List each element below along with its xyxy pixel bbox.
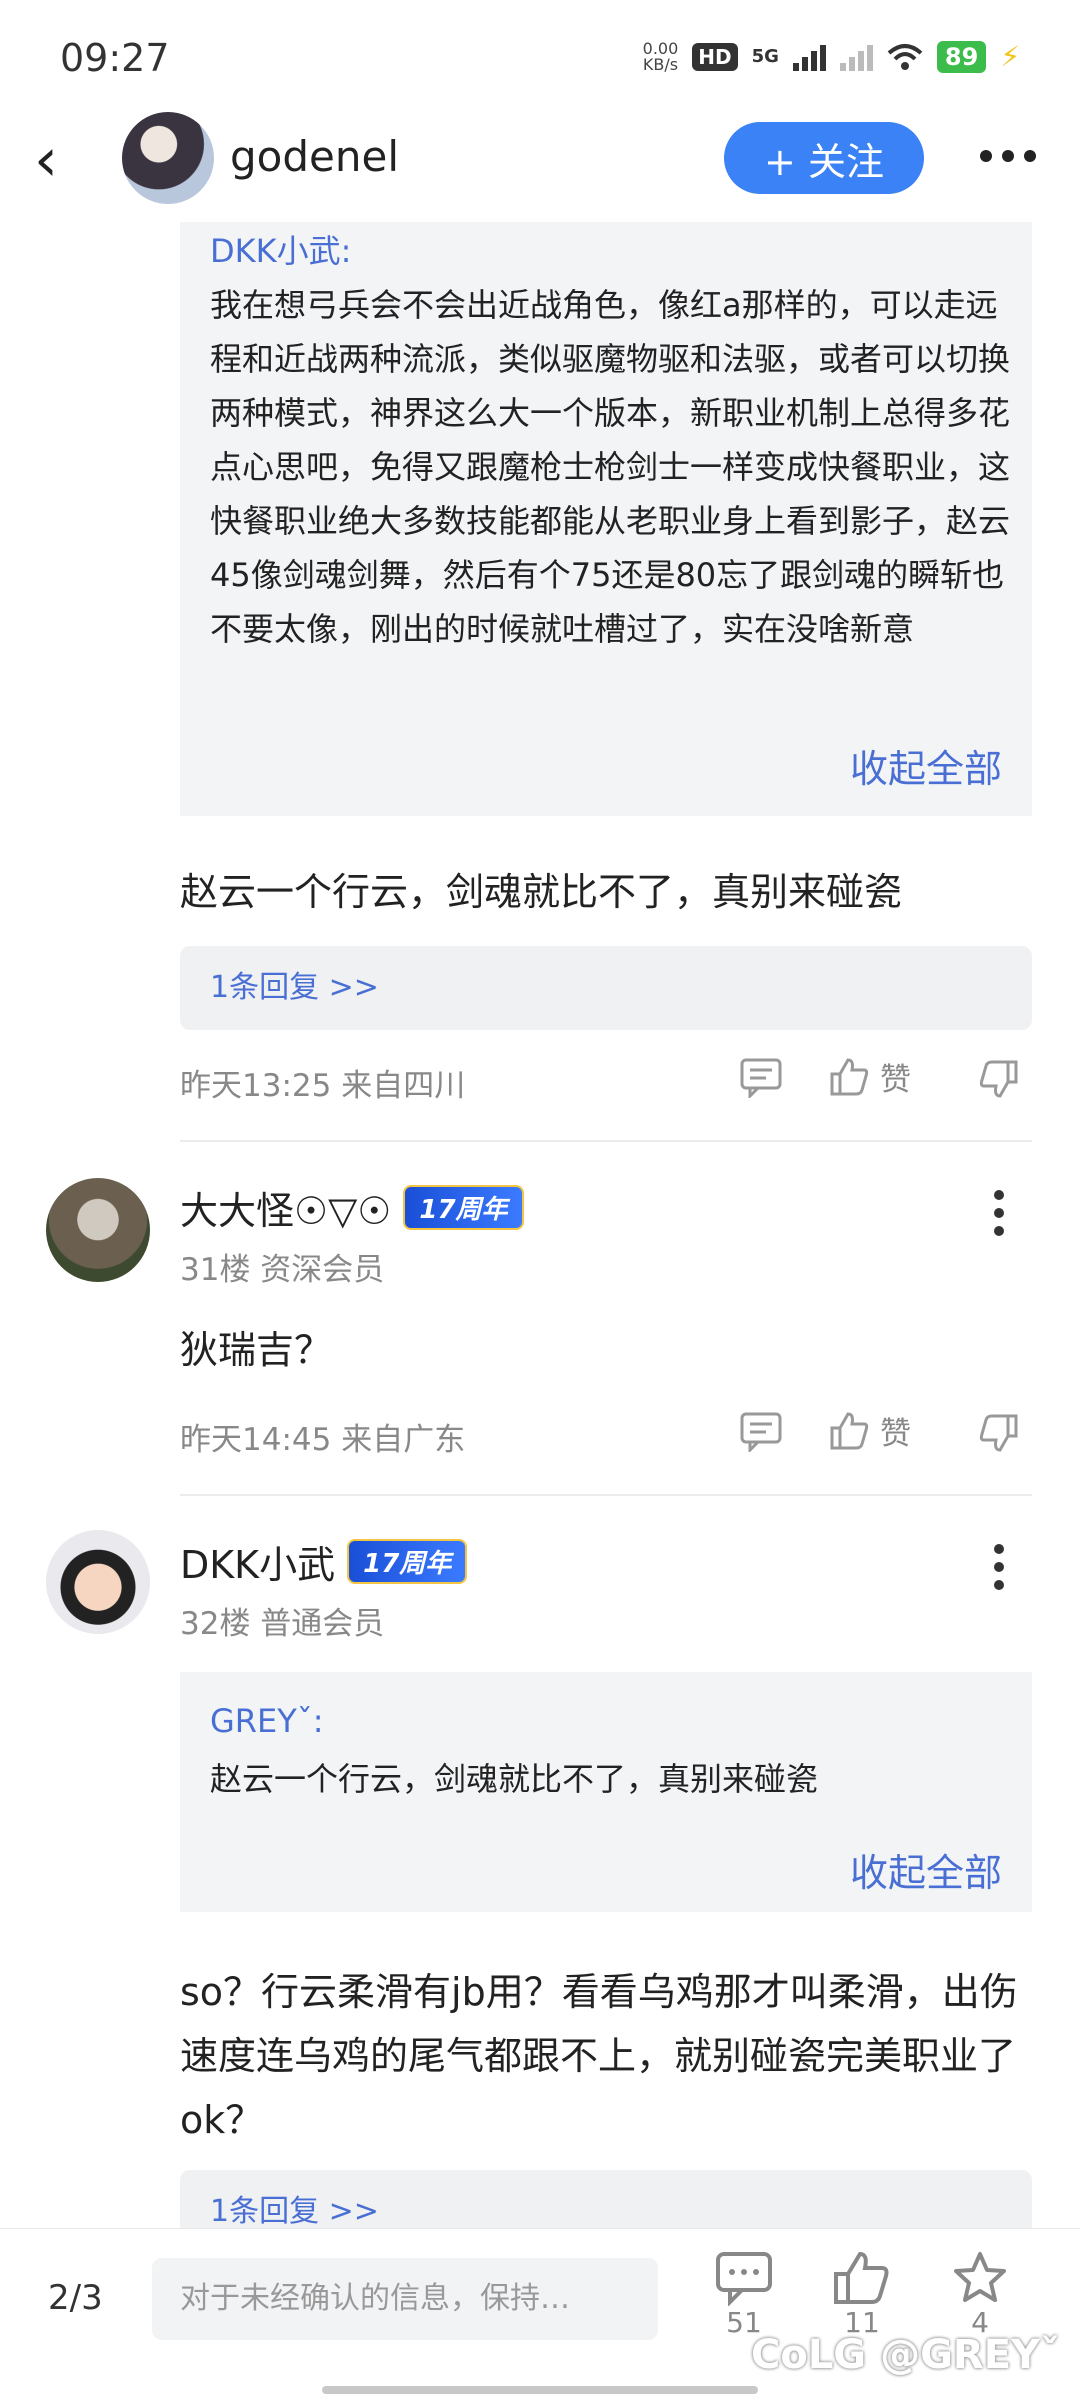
follow-button[interactable]: + 关注 [724, 122, 924, 194]
quoted-comment: DKK小武: 我在想弓兵会不会出近战角色，像红a那样的，可以走远程和近战两种流派… [180, 222, 1032, 816]
dislike-icon[interactable] [978, 1412, 1020, 1454]
quote-author: DKK小武: [210, 232, 352, 270]
more-icon[interactable] [994, 1190, 1004, 1236]
page-title[interactable]: godenel [230, 132, 399, 181]
quote-text: 赵云一个行云，剑魂就比不了，真别来碰瓷 [210, 1760, 819, 1798]
dislike-icon[interactable] [978, 1058, 1020, 1100]
anniversary-badge: 17周年 [403, 1185, 524, 1230]
collapse-button[interactable]: 收起全部 [850, 738, 1002, 793]
avatar[interactable] [122, 112, 214, 204]
comment-input[interactable]: 对于未经确认的信息，保持… [152, 2258, 658, 2340]
wifi-icon [887, 43, 923, 70]
post-meta: 昨天13:25 来自四川 [180, 1068, 466, 1104]
battery-icon: 89 [936, 40, 987, 73]
reply-link[interactable]: 1条回复 >> [180, 946, 1032, 1030]
quote-author: GREYˇ: [210, 1702, 324, 1740]
hd-icon: HD [692, 42, 738, 71]
username[interactable]: 大大怪☉▽☉ [180, 1180, 391, 1235]
post-actions: 赞 [740, 1054, 1032, 1106]
comments-button[interactable]: 51 [708, 2250, 780, 2339]
collapse-button[interactable]: 收起全部 [850, 1842, 1002, 1897]
like-icon [830, 1411, 869, 1449]
like-button[interactable]: 赞 [828, 1408, 911, 1453]
user-row: 大大怪☉▽☉ 17周年 [180, 1180, 524, 1235]
comment-text: 狄瑞吉？ [180, 1328, 333, 1372]
net-speed: 0.00 KB/s [642, 40, 679, 74]
comment-icon[interactable] [740, 1412, 782, 1452]
like-label: 赞 [880, 1062, 911, 1098]
like-button[interactable]: 赞 [828, 1054, 911, 1099]
floor-info: 31楼 资深会员 [180, 1252, 385, 1288]
like-icon [830, 1057, 869, 1095]
star-icon [954, 2252, 1006, 2302]
network-label: 5G [751, 46, 779, 67]
post-meta: 昨天14:45 来自广东 [180, 1422, 466, 1458]
username[interactable]: DKK小武 [180, 1534, 335, 1589]
quoted-comment: GREYˇ: 赵云一个行云，剑魂就比不了，真别来碰瓷 收起全部 [180, 1672, 1032, 1912]
more-icon[interactable] [994, 1544, 1004, 1590]
favorite-button[interactable]: 4 [944, 2250, 1016, 2339]
like-icon [834, 2251, 889, 2304]
post-actions: 赞 [740, 1408, 1032, 1460]
signal-2-icon [839, 43, 873, 71]
more-icon[interactable] [980, 150, 1036, 162]
quote-text: 我在想弓兵会不会出近战角色，像红a那样的，可以走远程和近战两种流派，类似驱魔物驱… [210, 286, 1011, 648]
comment-icon[interactable] [740, 1058, 782, 1098]
net-speed-unit: KB/s [642, 54, 679, 74]
floor-info: 32楼 普通会员 [180, 1606, 385, 1642]
divider [180, 1494, 1032, 1496]
comment-text: 赵云一个行云，剑魂就比不了，真别来碰瓷 [180, 870, 903, 914]
charging-icon: ⚡ [1000, 40, 1020, 73]
home-indicator[interactable] [322, 2386, 758, 2394]
comment-icon [716, 2252, 772, 2306]
divider [180, 1140, 1032, 1142]
like-button[interactable]: 11 [826, 2250, 898, 2339]
watermark: CoLG @GREYˇ [750, 2332, 1060, 2378]
avatar[interactable] [46, 1530, 150, 1634]
signal-icon [792, 43, 826, 71]
status-time: 09:27 [60, 36, 170, 80]
like-label: 赞 [880, 1416, 911, 1452]
page-indicator[interactable]: 2/3 [48, 2278, 103, 2318]
anniversary-badge: 17周年 [347, 1539, 468, 1584]
comment-text: so？行云柔滑有jb用？看看乌鸡那才叫柔滑，出伤速度连乌鸡的尾气都跟不上，就别碰… [180, 1970, 1018, 2142]
back-icon[interactable]: ‹ [34, 130, 58, 190]
avatar[interactable] [46, 1178, 150, 1282]
user-row: DKK小武 17周年 [180, 1534, 468, 1589]
status-icons: 0.00 KB/s HD 5G 89 ⚡ [643, 40, 1020, 73]
